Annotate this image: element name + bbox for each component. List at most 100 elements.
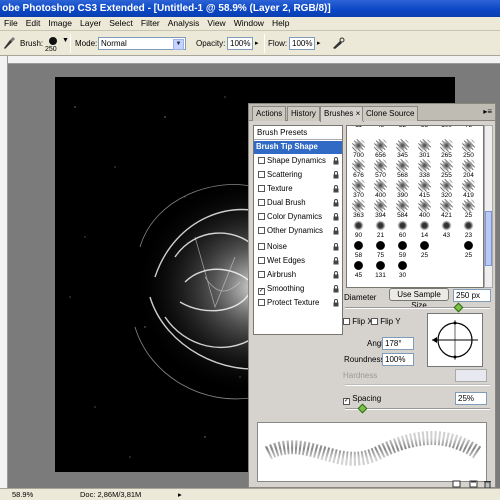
use-sample-size-button[interactable]: Use Sample Size	[389, 288, 449, 310]
brush-option-dual-brush[interactable]: Dual Brush	[254, 197, 342, 210]
brush-tip-size: 75	[464, 125, 473, 129]
brush-tip-size: 100	[441, 125, 452, 129]
lock-icon[interactable]	[333, 299, 339, 307]
lock-icon[interactable]	[333, 243, 339, 251]
mode-label: Mode:	[75, 39, 98, 48]
menu-edit[interactable]: Edit	[22, 17, 45, 30]
flip-y[interactable]: Flip Y	[371, 317, 401, 326]
brush-dropdown-icon[interactable]: ▼	[62, 37, 69, 44]
menu-select[interactable]: Select	[105, 17, 137, 30]
lock-icon[interactable]	[333, 199, 339, 207]
brush-grid-scrollbar[interactable]	[484, 125, 493, 288]
tab-history[interactable]: History	[287, 106, 320, 121]
brush-tool-icon[interactable]	[2, 36, 16, 50]
lock-icon[interactable]	[333, 185, 339, 193]
opacity-arrow-icon[interactable]: ▸	[255, 39, 259, 47]
brush-option-protect-texture[interactable]: Protect Texture	[254, 297, 342, 310]
brush-tip[interactable]: 131	[371, 258, 390, 281]
checkbox[interactable]	[258, 199, 265, 206]
scroll-thumb[interactable]	[485, 211, 492, 266]
spacing-input[interactable]: 25%	[455, 392, 487, 405]
brush-tip[interactable]: 30	[393, 258, 412, 281]
brush-option-airbrush[interactable]: Airbrush	[254, 269, 342, 282]
brush-tip[interactable]	[459, 258, 478, 281]
brush-option-noise[interactable]: Noise	[254, 241, 342, 254]
lock-icon[interactable]	[333, 227, 339, 235]
brush-tip-swatch	[462, 139, 475, 152]
brush-tip-swatch	[418, 219, 431, 232]
brush-option-color-dynamics[interactable]: Color Dynamics	[254, 211, 342, 224]
brush-tip-size: 45	[354, 272, 363, 279]
menu-window[interactable]: Window	[230, 17, 268, 30]
checkbox[interactable]	[258, 171, 265, 178]
new-brush-icon[interactable]	[469, 480, 478, 488]
menu-help[interactable]: Help	[268, 17, 293, 30]
diameter-slider[interactable]	[345, 302, 490, 313]
lock-icon[interactable]	[333, 171, 339, 179]
diameter-slider-knob[interactable]	[453, 302, 464, 313]
checkbox[interactable]	[258, 213, 265, 220]
flow-arrow-icon[interactable]: ▸	[317, 39, 321, 47]
ruler-left	[0, 56, 8, 488]
close-icon[interactable]: ×	[356, 109, 361, 118]
tab-clone-source[interactable]: Clone Source	[362, 106, 419, 121]
airbrush-icon[interactable]	[331, 36, 345, 50]
brush-option-brush-tip-shape[interactable]: Brush Tip Shape	[254, 141, 342, 154]
menu-layer[interactable]: Layer	[76, 17, 105, 30]
brush-tip-swatch	[462, 239, 475, 252]
diameter-input[interactable]: 250 px	[453, 289, 491, 302]
flow-input[interactable]: 100%	[289, 37, 315, 50]
brush-option-shape-dynamics[interactable]: Shape Dynamics	[254, 155, 342, 168]
brush-option-wet-edges[interactable]: Wet Edges	[254, 255, 342, 268]
brush-tip[interactable]	[415, 258, 434, 281]
tab-brushes[interactable]: Brushes ×	[320, 106, 365, 122]
roundness-input[interactable]: 100%	[382, 353, 414, 366]
mode-select[interactable]: Normal ▼	[98, 37, 186, 50]
menu-file[interactable]: File	[0, 17, 22, 30]
brush-option-texture[interactable]: Texture	[254, 183, 342, 196]
menu-image[interactable]: Image	[44, 17, 76, 30]
brush-tip[interactable]: 45	[349, 258, 368, 281]
checkbox[interactable]: ✓	[258, 288, 265, 295]
angle-roundness-widget[interactable]	[427, 313, 483, 367]
trash-icon[interactable]	[483, 480, 492, 488]
brush-presets[interactable]: Brush Presets	[254, 126, 342, 140]
hardness-slider	[345, 384, 490, 386]
zoom-level[interactable]: 58.9%	[12, 489, 33, 500]
panel-menu-icon[interactable]: ▸≡	[483, 107, 492, 116]
lock-icon[interactable]	[333, 257, 339, 265]
brush-option-other-dynamics[interactable]: Other Dynamics	[254, 225, 342, 238]
brush-option-scattering[interactable]: Scattering	[254, 169, 342, 182]
checkbox[interactable]	[258, 185, 265, 192]
lock-icon[interactable]	[333, 157, 339, 165]
tab-actions[interactable]: Actions	[252, 106, 287, 121]
brush-tip[interactable]	[437, 258, 456, 281]
opacity-label: Opacity:	[196, 39, 226, 48]
lock-icon[interactable]	[333, 271, 339, 279]
menu-analysis[interactable]: Analysis	[164, 17, 204, 30]
checkbox[interactable]	[258, 257, 265, 264]
lock-icon[interactable]	[333, 285, 339, 293]
checkbox[interactable]	[258, 271, 265, 278]
flip-x[interactable]: Flip X	[343, 317, 373, 326]
lock-icon[interactable]	[333, 213, 339, 221]
options-bar: Brush: 250 ▼ Mode: Normal ▼ Opacity: 100…	[0, 31, 500, 56]
checkbox[interactable]	[258, 157, 265, 164]
brush-option-smoothing[interactable]: ✓ Smoothing	[254, 283, 342, 296]
new-preset-icon[interactable]	[452, 480, 461, 488]
checkbox[interactable]	[258, 243, 265, 250]
spacing-slider[interactable]	[345, 403, 490, 414]
checkbox[interactable]	[258, 299, 265, 306]
brush-picker[interactable]: 250	[45, 35, 61, 53]
brush-tip-swatch	[396, 159, 409, 172]
opacity-input[interactable]: 100%	[227, 37, 253, 50]
angle-input[interactable]: 178°	[382, 337, 414, 350]
flow-label: Flow:	[268, 39, 288, 48]
brushes-panel: Actions History Brushes × Clone Source ▸…	[248, 103, 496, 488]
checkbox[interactable]	[258, 227, 265, 234]
menu-filter[interactable]: Filter	[137, 17, 164, 30]
spacing-slider-knob[interactable]	[357, 403, 368, 414]
window-title: obe Photoshop CS3 Extended - [Untitled-1…	[0, 0, 500, 17]
menu-view[interactable]: View	[203, 17, 229, 30]
status-arrow-icon[interactable]: ▸	[178, 489, 182, 500]
